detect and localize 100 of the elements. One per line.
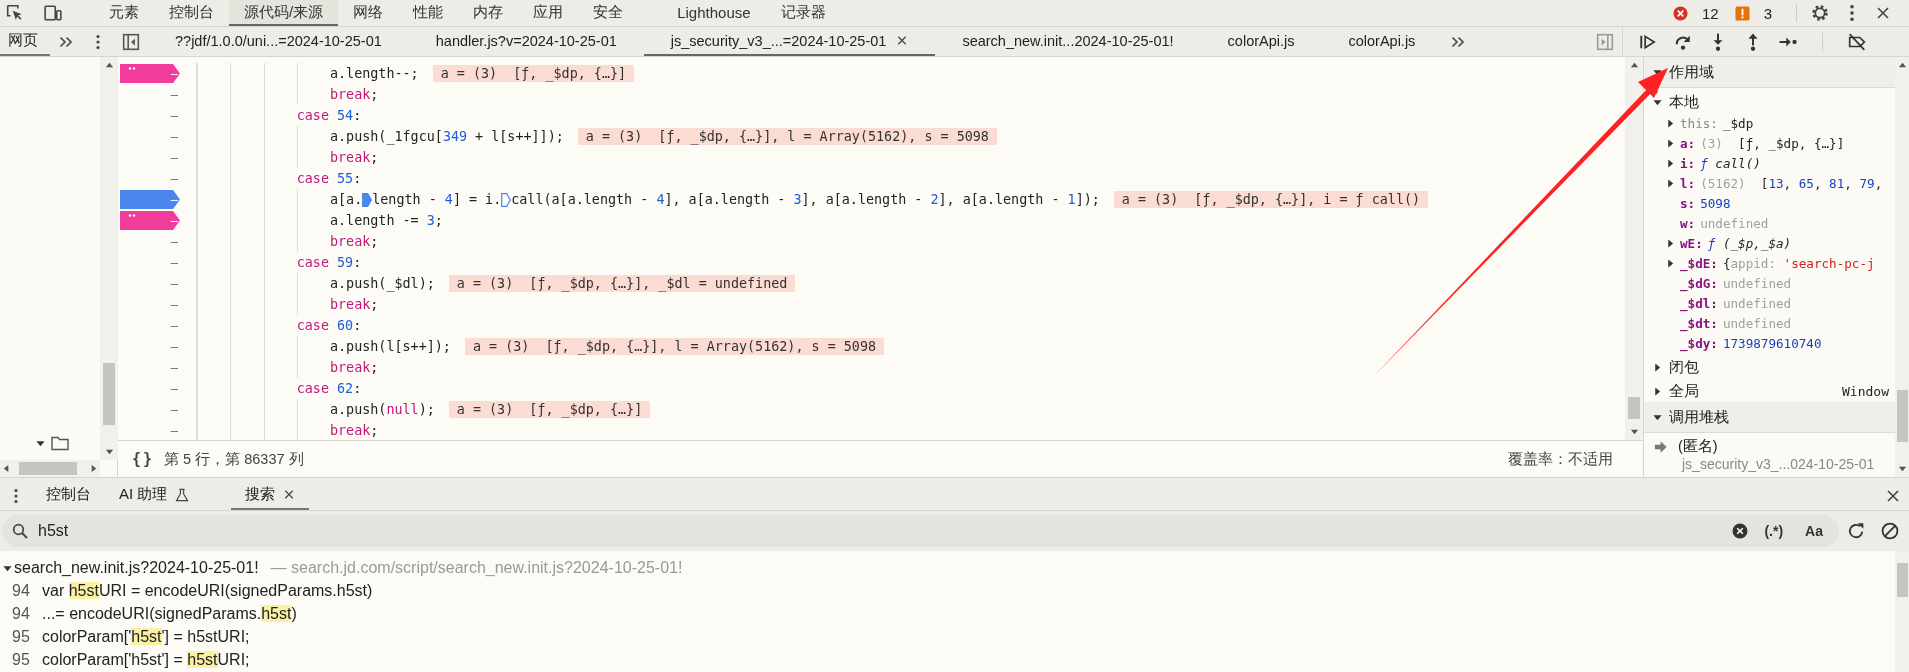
variable-value: ƒ call() — [1700, 155, 1761, 171]
result-file[interactable]: search_new.init.js?2024-10-25-01! — [14, 559, 259, 577]
resume-icon[interactable] — [1639, 32, 1657, 51]
search-field[interactable]: h5st — [38, 522, 1723, 540]
file-tab[interactable]: ??jdf/1.0.0/uni...=2024-10-25-01 — [148, 27, 409, 56]
panel-tab[interactable]: 安全 — [578, 0, 639, 26]
section-header[interactable]: 作用域 — [1644, 57, 1895, 88]
file-tab[interactable]: colorApi.js — [1321, 27, 1443, 56]
collapse-arrow-icon[interactable] — [36, 438, 45, 448]
file-tab[interactable]: colorApi.js — [1200, 27, 1322, 56]
scrollbar-thumb[interactable] — [1896, 390, 1908, 442]
variable-name: s: — [1680, 195, 1696, 211]
scrollbar[interactable] — [100, 57, 118, 460]
panel-tab[interactable]: 源代码/来源 — [229, 0, 339, 26]
search-result[interactable]: ...= encodeURI(signedParams.h5st) — [42, 604, 297, 623]
pretty-print-button[interactable]: {} — [132, 450, 155, 468]
breakpoint-marker[interactable] — [120, 211, 180, 230]
scroll-left-icon[interactable] — [2, 464, 11, 473]
scroll-up-icon[interactable] — [104, 61, 114, 70]
search-result[interactable]: colorParam['h5st'] = h5stURI; — [42, 627, 250, 646]
collapse-arrow-icon[interactable] — [3, 563, 12, 573]
code-line: break; — [197, 147, 379, 168]
search-result[interactable]: colorParam['h5st'] = h5stURI; — [42, 650, 250, 669]
cancel-icon[interactable] — [1881, 522, 1899, 540]
drawer-tab[interactable]: 搜索 — [231, 481, 310, 510]
variable-name: i: — [1680, 155, 1696, 171]
warning-icon — [1734, 5, 1750, 21]
refresh-icon[interactable] — [1847, 522, 1865, 540]
drawer-tab[interactable]: AI 助理 — [105, 481, 204, 510]
variable-value: undefined — [1722, 315, 1792, 331]
breakpoint-marker[interactable] — [120, 190, 180, 209]
scrollbar[interactable] — [1895, 57, 1909, 477]
inline-value: a = (3) [ƒ, _$dp, {…}], l = Array(5162), s = 5098 — [577, 128, 997, 145]
scrollbar[interactable] — [1895, 551, 1909, 672]
inline-breakpoint-icon[interactable] — [362, 192, 373, 207]
scope-value: Window — [1842, 383, 1889, 399]
code-line: break; — [197, 84, 379, 105]
close-icon[interactable] — [1875, 5, 1891, 21]
close-icon[interactable] — [1885, 487, 1901, 504]
panel-tab[interactable]: 性能 — [398, 0, 459, 26]
variable-name: _$dG: — [1680, 275, 1718, 291]
inspect-icon[interactable] — [6, 4, 24, 22]
deactivate-breakpoints-icon[interactable] — [1848, 32, 1866, 51]
code-line: a.push(_1fgcu[349 + l[s++]]); — [197, 126, 564, 147]
expand-arrow-icon[interactable] — [1653, 386, 1662, 396]
expand-arrow-icon[interactable] — [1653, 362, 1662, 372]
match-case-button[interactable]: Aa — [1799, 523, 1829, 539]
search-result[interactable]: var h5stURI = encodeURI(signedParams.h5st) — [42, 581, 373, 600]
scrollbar-thumb[interactable] — [1628, 397, 1640, 419]
file-tab[interactable]: search_new.init...2024-10-25-01! — [935, 27, 1201, 56]
scope-group[interactable]: 闭包 — [1669, 357, 1699, 377]
panel-tab[interactable]: Lighthouse — [662, 0, 766, 26]
line-number: – — [170, 129, 178, 144]
expand-arrow-icon[interactable] — [1666, 238, 1675, 248]
scrollbar[interactable] — [0, 460, 100, 477]
scrollbar-thumb[interactable] — [103, 363, 115, 425]
expand-arrow-icon[interactable] — [1666, 178, 1675, 188]
scroll-down-icon[interactable] — [1629, 427, 1639, 436]
scrollbar-thumb[interactable] — [1896, 563, 1908, 597]
scrollbar[interactable] — [1625, 57, 1643, 440]
settings-icon[interactable] — [1811, 4, 1829, 22]
sidebar-toggle-icon[interactable] — [122, 32, 140, 51]
section-header[interactable]: 调用堆栈 — [1644, 402, 1895, 433]
panel-tab[interactable]: 记录器 — [765, 0, 841, 26]
code-line: case 60: — [197, 315, 362, 336]
drawer-tab[interactable]: 控制台 — [32, 481, 105, 510]
breakpoint-marker[interactable] — [120, 64, 180, 83]
error-count[interactable]: 12 — [1701, 4, 1719, 22]
scrollbar-thumb[interactable] — [19, 462, 77, 475]
code-line: case 54: — [197, 105, 362, 126]
scroll-up-icon[interactable] — [1629, 61, 1639, 70]
scroll-up-icon[interactable] — [1897, 61, 1907, 70]
code-line: break; — [197, 231, 379, 252]
panel-tab[interactable]: 应用 — [518, 0, 579, 26]
panel-tab[interactable]: 元素 — [94, 0, 154, 26]
panel-tab[interactable]: 内存 — [458, 0, 519, 26]
call-frame[interactable]: (匿名) js_security_v3_...024-10-25-01 — [1644, 433, 1895, 474]
expand-arrow-icon[interactable] — [1666, 258, 1675, 268]
expand-arrow-icon[interactable] — [1666, 158, 1675, 168]
expand-arrow-icon[interactable] — [1666, 118, 1675, 128]
collapse-arrow-icon[interactable] — [1653, 97, 1662, 107]
scroll-down-icon[interactable] — [104, 447, 114, 456]
scope-group[interactable]: 全局 — [1669, 381, 1699, 401]
code-line: break; — [197, 357, 379, 378]
regex-button[interactable]: (.*) — [1758, 523, 1790, 539]
scroll-right-icon[interactable] — [89, 464, 98, 473]
scroll-down-icon[interactable] — [1897, 464, 1907, 473]
inline-breakpoint-icon[interactable] — [501, 192, 512, 207]
variable-value: ƒ (_$p,_$a) — [1707, 235, 1792, 251]
device-toolbar-icon[interactable] — [44, 4, 62, 22]
sidebar-toggle-icon[interactable] — [1596, 32, 1614, 51]
variable-name: _$dt: — [1680, 315, 1718, 331]
search-bar[interactable]: h5st (.*) Aa — [2, 515, 1839, 547]
file-tab[interactable]: handler.js?v=2024-10-25-01 — [408, 27, 644, 56]
scope-group[interactable]: 本地 — [1669, 92, 1699, 112]
expand-arrow-icon[interactable] — [1666, 138, 1675, 148]
warning-count[interactable]: 3 — [1763, 4, 1772, 22]
panel-tab[interactable]: 网络 — [338, 0, 399, 26]
clear-icon[interactable] — [1732, 523, 1749, 539]
panel-tab[interactable]: 控制台 — [154, 0, 229, 26]
